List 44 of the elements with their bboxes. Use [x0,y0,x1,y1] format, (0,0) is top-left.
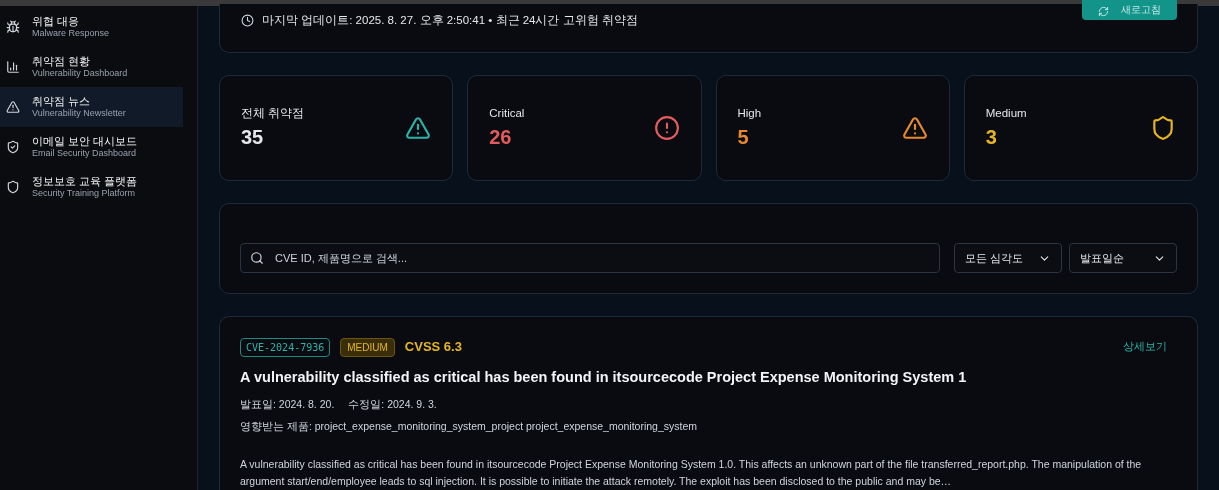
stat-value: 3 [985,124,998,150]
item-title: 정보보호 교육 플랫폼 [32,174,138,189]
affected-products: 영향받는 제품: project_expense_monitoring_system_project project_expense_monitoring_system [240,419,699,435]
item-subtitle: Vulnerability Newsletter [32,108,126,120]
sort-dropdown[interactable]: 발표일순 [1069,243,1177,274]
refresh-icon [1098,6,1109,17]
cve-title: A vulnerability classified as critical has been found in itsourcecode Project Expense Monitoring System 1 [240,367,968,387]
sidebar-item[interactable]: 이메일 보안 대시보드 Email Security Dashboard [0,127,183,167]
item-title: 취약점 뉴스 [32,94,92,109]
item-subtitle: Security Training Platform [32,188,137,200]
stat-value: 5 [737,124,750,150]
sidebar-item[interactable]: 위협 대응 Malware Response [0,7,183,47]
stat-label: High [737,105,762,121]
item-title: 위협 대응 [32,14,81,29]
item-title: 취약점 현황 [32,54,92,69]
item-subtitle: Email Security Dashboard [32,148,138,160]
cve-id-tag: CVE-2024-7936 [240,337,331,357]
stat-value: 35 [241,124,265,150]
last-updated-text: 마지막 업데이트: 2025. 8. 27. 오후 2:50:41 • 최근 24시간 고위험 취약점 [262,13,638,28]
severity-tag: MEDIUM [340,337,395,357]
warning-icon [6,100,20,114]
clock-icon [241,14,254,28]
sidebar-item[interactable]: 취약점 현황 Vulnerability Dashboard [0,47,183,87]
stat-label: Critical [489,105,525,121]
item-subtitle: Malware Response [32,28,110,40]
modified-date: 수정일: 2024. 9. 3. [348,396,437,412]
search-field[interactable]: CVE ID, 제품명으로 검색... [240,243,940,274]
cve-description: A vulnerability classified as critical has been found in itsourcecode Project Expense Monitoring System 1.0. This affects an unknown part of the file transferred_report.php. The manipulation of the argument start/end/employee leads to sql injection. It is possible to initiate the attack remotely. The exploit has been disclosed to the public and may be… [240,457,1143,489]
cvss-score: CVSS 6.3 [404,338,462,357]
shield-icon [6,180,20,194]
item-title: 이메일 보안 대시보드 [32,134,138,149]
stat-label: 전체 취약점 [241,105,305,121]
details-link[interactable]: 상세보기 [1123,339,1167,355]
bug-icon [6,20,20,34]
shield-check-icon [6,140,20,154]
stat-value: 26 [489,124,513,150]
search-icon [250,251,264,266]
sidebar-item[interactable]: 정보보호 교육 플랫폼 Security Training Platform [0,167,183,207]
bar-chart-icon [6,60,20,74]
stat-label: Medium [985,105,1027,121]
published-date: 발표일: 2024. 8. 20. [240,396,335,412]
sidebar-item[interactable]: 취약점 뉴스 Vulnerability Newsletter [0,87,183,127]
item-subtitle: Vulnerability Dashboard [32,68,128,80]
severity-dropdown[interactable]: 모든 심각도 [954,243,1062,274]
